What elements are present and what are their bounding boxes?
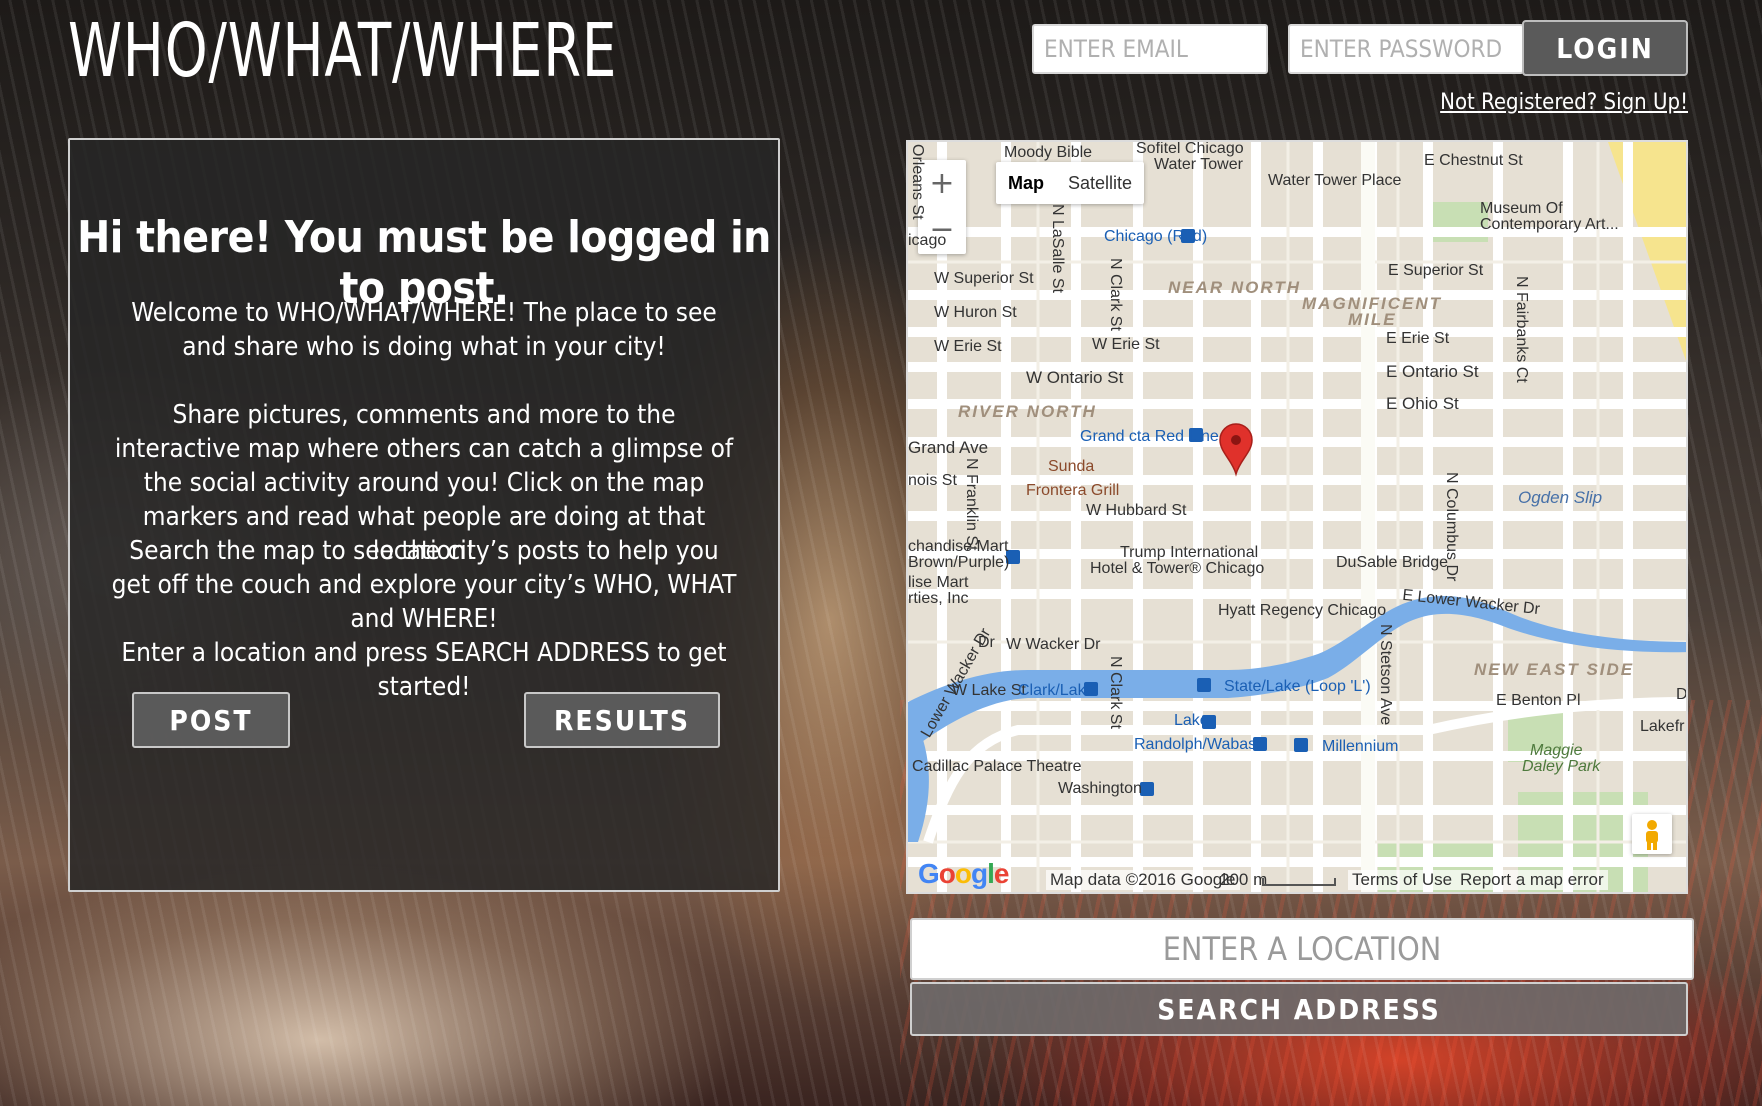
- map-label: E Superior St: [1388, 262, 1484, 279]
- map-label: N Franklin St: [963, 458, 980, 551]
- map-scale-bar: [1262, 878, 1336, 886]
- map-label: Brown/Purple): [908, 554, 1010, 571]
- map-label: W Erie St: [934, 338, 1002, 355]
- map-label: N Clark St: [1107, 258, 1124, 331]
- map-label: Lake: [1174, 712, 1209, 729]
- map-label: rties, Inc: [908, 590, 969, 607]
- google-logo: Google: [918, 858, 1009, 889]
- map-canvas[interactable]: [908, 142, 1688, 894]
- map-label: NEAR NORTH: [1168, 278, 1302, 297]
- map-label: Grand cta Red Line: [1080, 428, 1219, 445]
- map-label: Sunda: [1048, 458, 1095, 475]
- pegman-icon: [1646, 820, 1658, 850]
- street-view-pegman[interactable]: [1632, 814, 1672, 854]
- map-label: Water Tower: [1154, 156, 1243, 173]
- map-label: nois St: [908, 472, 957, 489]
- map-label: Hyatt Regency Chicago: [1218, 602, 1387, 619]
- map-label: NEW EAST SIDE: [1474, 660, 1635, 679]
- map-label: icago: [908, 232, 947, 249]
- map-label: Water Tower Place: [1268, 172, 1402, 189]
- map-footer: Google Map data ©2016 Google 200 m Terms…: [908, 858, 1686, 892]
- search-paragraph: Search the map to see the city’s posts t…: [111, 536, 737, 634]
- map-label: Clark/Lake: [1018, 682, 1095, 699]
- map-label: Moody Bible: [1004, 144, 1093, 161]
- map-label: DuSable Bridge: [1336, 554, 1449, 571]
- map-label: Frontera Grill: [1026, 482, 1120, 499]
- welcome-paragraph: Welcome to WHO/WHAT/WHERE! The place to …: [131, 298, 717, 362]
- welcome-panel: Hi there! You must be logged in to post.…: [68, 138, 780, 892]
- map-label: W Ontario St: [1026, 368, 1124, 387]
- results-button[interactable]: RESULTS: [524, 692, 720, 748]
- map-label: N Clark St: [1107, 656, 1124, 729]
- email-input[interactable]: [1032, 24, 1268, 74]
- map-label: State/Lake (Loop 'L'): [1224, 678, 1371, 695]
- map-label: W Wacker Dr: [1006, 636, 1101, 653]
- map-label: Grand Ave: [908, 438, 989, 457]
- map-label: RIVER NORTH: [958, 402, 1097, 421]
- map-label: E Benton Pl: [1496, 692, 1581, 709]
- post-button[interactable]: POST: [132, 692, 290, 748]
- map-label: Cadillac Palace Theatre: [912, 758, 1082, 775]
- map-label: N Fairbanks Ct: [1513, 276, 1530, 383]
- map-label: N LaSalle St: [1049, 204, 1066, 293]
- signup-link[interactable]: Not Registered? Sign Up!: [1440, 90, 1688, 115]
- site-title: WHO/WHAT/WHERE: [68, 8, 618, 94]
- map-label: Washington: [1058, 780, 1142, 797]
- map-label: E Chestnut St: [1424, 152, 1523, 169]
- map-label: W Lake St: [952, 682, 1026, 699]
- map-label: E Ohio St: [1386, 394, 1459, 413]
- map-label: Randolph/Wabash: [1134, 736, 1266, 753]
- map-type-map[interactable]: Map: [996, 162, 1056, 204]
- report-map-error-link[interactable]: Report a map error: [1456, 870, 1608, 890]
- login-button[interactable]: LOGIN: [1522, 20, 1688, 76]
- search-address-button[interactable]: SEARCH ADDRESS: [910, 982, 1688, 1036]
- map-label: MILE: [1348, 310, 1397, 329]
- location-input[interactable]: [910, 918, 1694, 980]
- map-label: W Hubbard St: [1086, 502, 1187, 519]
- map-label: Contemporary Art...: [1480, 216, 1619, 233]
- map-label: E Erie St: [1386, 330, 1450, 347]
- terms-link[interactable]: Terms of Use: [1348, 870, 1457, 890]
- map-label: E Ontario St: [1386, 362, 1479, 381]
- map-data-credit: Map data ©2016 Google: [1046, 870, 1240, 890]
- map-label: W Huron St: [934, 304, 1017, 321]
- map-label: Dı: [1676, 686, 1688, 703]
- map-label: N Stetson Ave: [1377, 624, 1394, 726]
- map-label: Millennium: [1322, 738, 1399, 755]
- map-scale-label: 200 m: [1220, 870, 1268, 889]
- map-view[interactable]: + − Map Satellite Moody Bible Sofitel Ch…: [906, 140, 1688, 894]
- map-label: W Superior St: [934, 270, 1034, 287]
- map-type-satellite[interactable]: Satellite: [1056, 162, 1144, 204]
- map-label: Daley Park: [1522, 758, 1601, 775]
- map-label: Hotel & Tower® Chicago: [1090, 560, 1265, 577]
- map-type-control: Map Satellite: [996, 162, 1145, 204]
- map-label: Orleans St: [909, 144, 926, 220]
- password-input[interactable]: [1288, 24, 1524, 74]
- map-label: Ogden Slip: [1518, 488, 1603, 507]
- map-label: Chicago (Red): [1104, 228, 1208, 245]
- map-label: W Erie St: [1092, 336, 1160, 353]
- map-label: Lakefr: [1640, 718, 1685, 735]
